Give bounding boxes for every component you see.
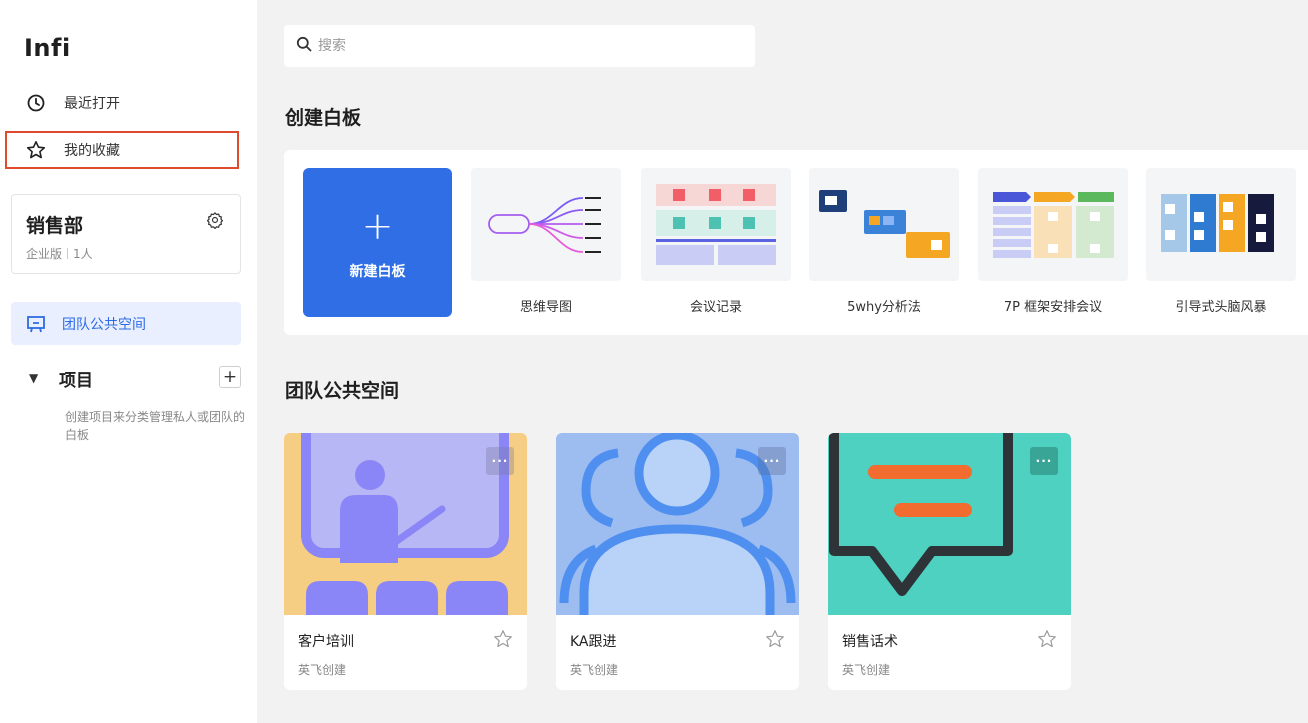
board-card[interactable]: ··· KA跟进 英飞创建 bbox=[556, 433, 799, 690]
brand-logo: Infi bbox=[24, 34, 71, 62]
seven-p-thumb bbox=[978, 168, 1128, 281]
team-card: 销售部 企业版 1人 bbox=[11, 194, 241, 274]
template-label: 思维导图 bbox=[519, 300, 572, 315]
mind-map-thumb bbox=[471, 168, 621, 281]
more-button[interactable]: ··· bbox=[758, 447, 786, 475]
search-input[interactable] bbox=[318, 38, 718, 54]
team-name: 销售部 bbox=[26, 215, 84, 237]
more-button[interactable]: ··· bbox=[1030, 447, 1058, 475]
template-label: 会议记录 bbox=[689, 300, 742, 315]
search-box[interactable] bbox=[284, 25, 755, 67]
add-project-button[interactable]: + bbox=[219, 366, 241, 388]
five-why-thumb bbox=[809, 168, 959, 281]
sidebar: Infi 最近打开 我的收藏 销售部 企业版 1人 团队公共空间 ▼ 项目 + 创… bbox=[0, 0, 257, 723]
board-title: 客户培训 bbox=[298, 634, 354, 650]
sidebar-item-team-space[interactable]: 团队公共空间 bbox=[11, 302, 241, 345]
nav-recent-label: 最近打开 bbox=[64, 96, 120, 112]
search-icon bbox=[296, 36, 312, 56]
board-cover: ··· bbox=[828, 433, 1071, 615]
brainstorm-thumb bbox=[1146, 168, 1296, 281]
board-title: KA跟进 bbox=[570, 634, 617, 650]
new-board-label: 新建白板 bbox=[349, 264, 406, 280]
projects-header: ▼ 项目 + bbox=[11, 366, 241, 391]
board-cover: ··· bbox=[284, 433, 527, 615]
nav-favorites-label: 我的收藏 bbox=[64, 143, 120, 159]
nav-recent[interactable]: 最近打开 bbox=[8, 86, 240, 120]
star-icon[interactable] bbox=[765, 629, 785, 649]
board-author: 英飞创建 bbox=[570, 663, 619, 677]
sidebar-item-team-space-label: 团队公共空间 bbox=[62, 316, 146, 333]
template-five-why[interactable]: 5why分析法 bbox=[809, 168, 959, 317]
meeting-notes-thumb bbox=[641, 168, 791, 281]
board-author: 英飞创建 bbox=[842, 663, 891, 677]
team-plan: 企业版 bbox=[26, 247, 63, 261]
template-brainstorm[interactable]: 引导式头脑风暴 bbox=[1146, 168, 1296, 317]
more-button[interactable]: ··· bbox=[486, 447, 514, 475]
caret-down-icon[interactable]: ▼ bbox=[29, 371, 45, 385]
board-title: 销售话术 bbox=[842, 634, 898, 650]
plus-icon: + bbox=[361, 204, 394, 248]
star-icon[interactable] bbox=[493, 629, 513, 649]
projects-hint: 创建项目来分类管理私人或团队的白板 bbox=[65, 410, 246, 442]
star-icon bbox=[26, 140, 46, 160]
board-cover: ··· bbox=[556, 433, 799, 615]
template-panel: + 新建白板 思维导图 会议记录 5why分析法 7P 框架安排会议 引导式头脑… bbox=[284, 150, 1308, 335]
template-label: 引导式头脑风暴 bbox=[1175, 300, 1267, 315]
board-card[interactable]: ··· 销售话术 英飞创建 bbox=[828, 433, 1071, 690]
new-board-button[interactable]: + 新建白板 bbox=[303, 168, 452, 317]
clock-icon bbox=[26, 93, 46, 113]
board-author: 英飞创建 bbox=[298, 663, 347, 677]
projects-title: 项目 bbox=[59, 370, 93, 391]
template-meeting-notes[interactable]: 会议记录 bbox=[641, 168, 791, 317]
gear-icon[interactable] bbox=[206, 211, 224, 230]
template-mind-map[interactable]: 思维导图 bbox=[471, 168, 621, 317]
board-card[interactable]: ··· 客户培训 英飞创建 bbox=[284, 433, 527, 690]
team-members: 1人 bbox=[73, 247, 93, 261]
template-seven-p[interactable]: 7P 框架安排会议 bbox=[978, 168, 1128, 317]
team-info: 企业版 1人 bbox=[26, 245, 93, 262]
create-board-title: 创建白板 bbox=[285, 107, 362, 129]
star-icon[interactable] bbox=[1037, 629, 1057, 649]
team-space-title: 团队公共空间 bbox=[285, 380, 400, 402]
whiteboard-icon bbox=[26, 314, 46, 334]
nav-favorites[interactable]: 我的收藏 bbox=[5, 131, 239, 169]
template-label: 5why分析法 bbox=[847, 300, 921, 315]
template-label: 7P 框架安排会议 bbox=[1003, 300, 1103, 315]
